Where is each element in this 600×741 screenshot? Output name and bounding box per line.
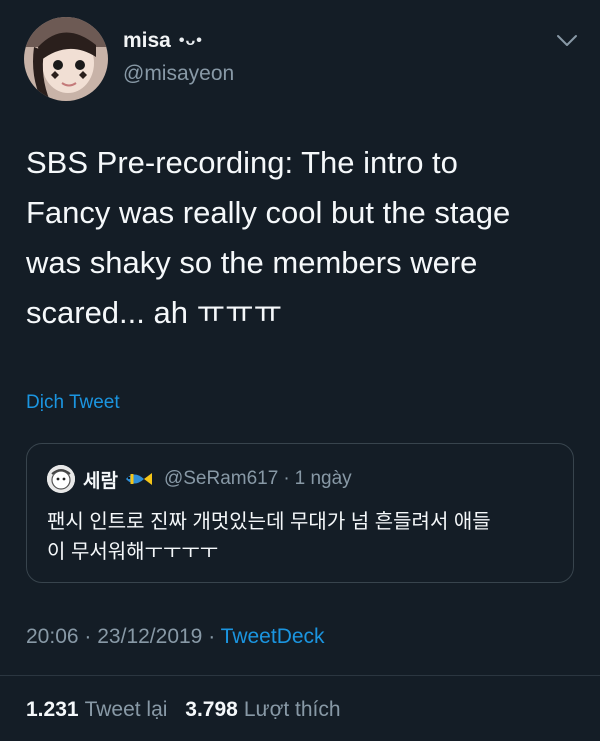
tweet-time: 20:06 bbox=[26, 625, 79, 648]
cartoon-avatar-icon bbox=[47, 465, 75, 493]
author-name-emoji: •ᴗ• bbox=[178, 32, 203, 49]
likes-label: Lượt thích bbox=[243, 698, 341, 721]
timestamp-separator: · bbox=[84, 625, 92, 648]
tweet-date: 23/12/2019 bbox=[97, 625, 203, 648]
retweets-label: Tweet lại bbox=[84, 698, 168, 721]
timestamp-separator: · bbox=[208, 625, 216, 648]
quoted-tweet-text: 팬시 인트로 진짜 개멋있는데 무대가 넘 흔들려서 애들 이 무서워해ㅜㅜㅜㅜ bbox=[47, 507, 557, 567]
tweet-card: misa •ᴗ• @misayeon SBS Pre-recording: Th… bbox=[0, 0, 600, 741]
quoted-separator: · bbox=[283, 468, 290, 489]
tweet-text-line: Fancy was really cool but the stage bbox=[26, 195, 511, 230]
author-avatar[interactable] bbox=[24, 17, 108, 101]
quoted-tweet-header: 세람 @SeRam617 · 1 ngày bbox=[47, 465, 352, 493]
author-display-name[interactable]: misa •ᴗ• bbox=[123, 29, 234, 53]
quoted-handle: @SeRam617 bbox=[163, 468, 279, 489]
quoted-text-line: 이 무서워해ㅜㅜㅜㅜ bbox=[47, 541, 219, 563]
quoted-time: 1 ngày bbox=[294, 468, 352, 489]
retweets-count: 1.231 bbox=[26, 698, 79, 721]
quoted-tweet[interactable]: 세람 @SeRam617 · 1 ngày 팬시 인트로 진짜 개멋있는데 무대… bbox=[26, 443, 574, 583]
quoted-text-line: 팬시 인트로 진짜 개멋있는데 무대가 넘 흔들려서 애들 bbox=[47, 511, 491, 533]
chevron-down-icon[interactable] bbox=[556, 34, 578, 48]
retweets-stat[interactable]: 1.231 Tweet lại bbox=[26, 698, 185, 721]
author-name-text: misa bbox=[123, 29, 171, 52]
user-avatar-photo-icon bbox=[24, 17, 108, 101]
author-handle[interactable]: @misayeon bbox=[123, 62, 234, 86]
tweet-text-line: SBS Pre-recording: The intro to bbox=[26, 145, 458, 180]
tweet-timestamp: 20:06 · 23/12/2019 · TweetDeck bbox=[26, 625, 325, 649]
author-info: misa •ᴗ• @misayeon bbox=[123, 29, 234, 86]
tweet-text-line: scared... ah ㅠㅠㅠ bbox=[26, 295, 283, 330]
tweet-text: SBS Pre-recording: The intro to Fancy wa… bbox=[26, 138, 571, 338]
tweet-stats: 1.231 Tweet lại 3.798 Lượt thích bbox=[26, 698, 353, 722]
likes-stat[interactable]: 3.798 Lượt thích bbox=[185, 698, 352, 721]
tropical-fish-icon bbox=[125, 473, 152, 485]
tweet-text-line: was shaky so the members were bbox=[26, 245, 478, 280]
quoted-author-avatar bbox=[47, 465, 75, 493]
quoted-display-name: 세람 bbox=[83, 470, 118, 492]
stats-divider bbox=[0, 675, 600, 676]
tweet-source-link[interactable]: TweetDeck bbox=[221, 625, 325, 648]
translate-tweet-link[interactable]: Dịch Tweet bbox=[26, 392, 120, 414]
likes-count: 3.798 bbox=[185, 698, 238, 721]
